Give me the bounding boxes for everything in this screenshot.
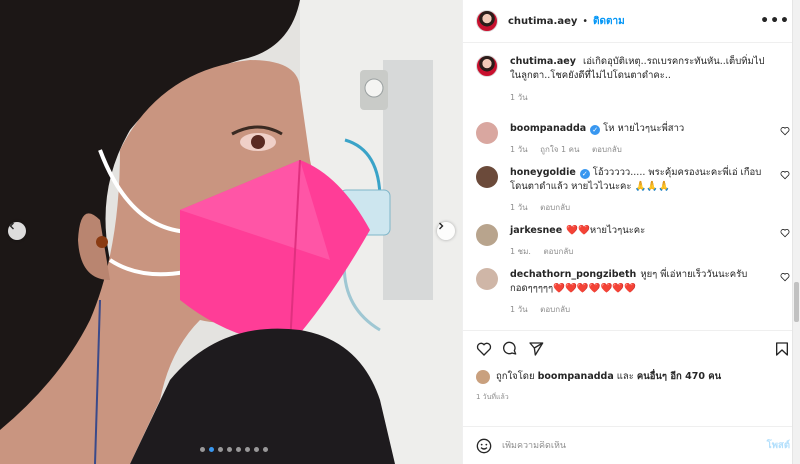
reply-button[interactable]: ตอบกลับ — [540, 203, 570, 212]
comment-username[interactable]: boompanadda — [510, 123, 586, 134]
emoji-icon[interactable] — [476, 438, 492, 454]
add-comment-bar: โพสต์ — [463, 426, 800, 464]
chevron-left-icon — [9, 222, 14, 230]
scrollbar[interactable] — [792, 0, 800, 464]
avatar[interactable] — [476, 166, 498, 188]
carousel-dot — [236, 447, 241, 452]
author-username[interactable]: chutima.aey — [508, 16, 577, 27]
carousel-dot — [254, 447, 259, 452]
post-side-panel: chutima.aey • ติดตาม ••• chutima.aey เอ่… — [462, 0, 800, 464]
bookmark-icon[interactable] — [774, 341, 790, 357]
avatar[interactable] — [476, 224, 498, 246]
avatar[interactable] — [476, 122, 498, 144]
comment-text: โห หายไวๆนะพี่สาว — [603, 123, 685, 134]
reply-button[interactable]: ตอบกลับ — [592, 145, 622, 154]
share-icon[interactable] — [528, 341, 544, 357]
carousel-next-button[interactable] — [437, 222, 455, 240]
comment-item: boompanadda ✓ โห หายไวๆนะพี่สาว 1 วัน ถูกใ… — [476, 122, 790, 156]
comment-item: honeygoldie ✓ โอ้ววววว..... พระคุ้มครองนะค… — [476, 166, 790, 214]
liked-by-prefix: ถูกใจโดย — [496, 371, 535, 382]
heart-outline-icon[interactable] — [780, 228, 790, 238]
carousel-prev-button[interactable] — [8, 222, 26, 240]
avatar[interactable] — [476, 268, 498, 290]
comment-likes[interactable]: ถูกใจ 1 คน — [540, 145, 579, 154]
separator-dot: • — [582, 15, 588, 27]
comment-icon[interactable] — [502, 341, 518, 357]
liked-by-user[interactable]: boompanadda — [538, 371, 614, 382]
avatar[interactable] — [476, 55, 498, 77]
comment-time: 1 วัน — [510, 305, 528, 314]
comment-time: 1 ชม. — [510, 247, 531, 256]
verified-icon: ✓ — [590, 125, 601, 135]
reply-button[interactable]: ตอบกลับ — [543, 247, 573, 256]
comment-time: 1 วัน — [510, 203, 528, 212]
comment-time: 1 วัน — [510, 145, 528, 154]
carousel-dot — [245, 447, 250, 452]
carousel-dot — [218, 447, 223, 452]
heart-outline-icon[interactable] — [780, 170, 790, 180]
more-options-icon[interactable]: ••• — [760, 13, 790, 29]
post-photo[interactable] — [0, 0, 462, 464]
liked-by-others[interactable]: คนอื่นๆ อีก 470 คน — [637, 369, 721, 384]
chevron-right-icon — [439, 222, 444, 230]
post-caption: chutima.aey เอ่เกิดอุบัติเหตุ..รถเบรคกระ… — [476, 55, 790, 104]
caption-meta: 1 วัน — [510, 91, 770, 104]
comments-list: chutima.aey เอ่เกิดอุบัติเหตุ..รถเบรคกระ… — [463, 43, 800, 330]
heart-outline-icon[interactable] — [780, 126, 790, 136]
caption-time: 1 วัน — [510, 93, 528, 102]
comment-meta: 1 วัน ถูกใจ 1 คน ตอบกลับ — [510, 143, 770, 156]
post-comment-button[interactable]: โพสต์ — [767, 438, 790, 453]
avatar[interactable] — [476, 10, 498, 32]
comment-text: ❤️❤️หายไวๆนะคะ — [566, 225, 646, 236]
scrollbar-thumb[interactable] — [794, 282, 799, 322]
comment-username[interactable]: dechathorn_pongzibeth — [510, 269, 636, 280]
comment-meta: 1 วัน ตอบกลับ — [510, 201, 770, 214]
comment-input[interactable] — [502, 440, 767, 451]
comment-item: jarkesnee ❤️❤️หายไวๆนะคะ 1 ชม. ตอบกลับ — [476, 224, 790, 258]
follow-button[interactable]: ติดตาม — [593, 14, 625, 29]
reply-button[interactable]: ตอบกลับ — [540, 305, 570, 314]
photo-illustration — [0, 0, 462, 464]
carousel-indicator — [200, 447, 268, 452]
heart-outline-icon[interactable] — [780, 272, 790, 282]
action-icons — [476, 339, 790, 359]
carousel-dot — [227, 447, 232, 452]
carousel-dot — [263, 447, 268, 452]
verified-icon: ✓ — [579, 169, 590, 179]
avatar[interactable] — [476, 369, 490, 384]
carousel-dot — [200, 447, 205, 452]
liked-by-and: และ — [616, 371, 634, 382]
post-header: chutima.aey • ติดตาม ••• — [463, 0, 800, 43]
post-actions: ถูกใจโดย boompanadda และ คนอื่นๆ อีก 470… — [463, 330, 800, 426]
caption-text-block: chutima.aey เอ่เกิดอุบัติเหตุ..รถเบรคกระ… — [510, 55, 770, 83]
post-dialog: chutima.aey • ติดตาม ••• chutima.aey เอ่… — [0, 0, 800, 464]
heart-icon[interactable] — [476, 341, 492, 357]
post-timestamp[interactable]: 1 วันที่แล้ว — [476, 392, 790, 403]
likes-summary: ถูกใจโดย boompanadda และ คนอื่นๆ อีก 470… — [476, 369, 790, 384]
caption-username[interactable]: chutima.aey — [510, 56, 576, 67]
comment-meta: 1 ชม. ตอบกลับ — [510, 245, 770, 258]
comment-meta: 1 วัน ตอบกลับ — [510, 303, 770, 316]
carousel-dot-active — [209, 447, 214, 452]
comment-username[interactable]: jarkesnee — [510, 225, 562, 236]
comment-item: dechathorn_pongzibeth หูยๆ พี่เอ่หายเร็วว… — [476, 268, 790, 316]
comment-username[interactable]: honeygoldie — [510, 167, 576, 178]
